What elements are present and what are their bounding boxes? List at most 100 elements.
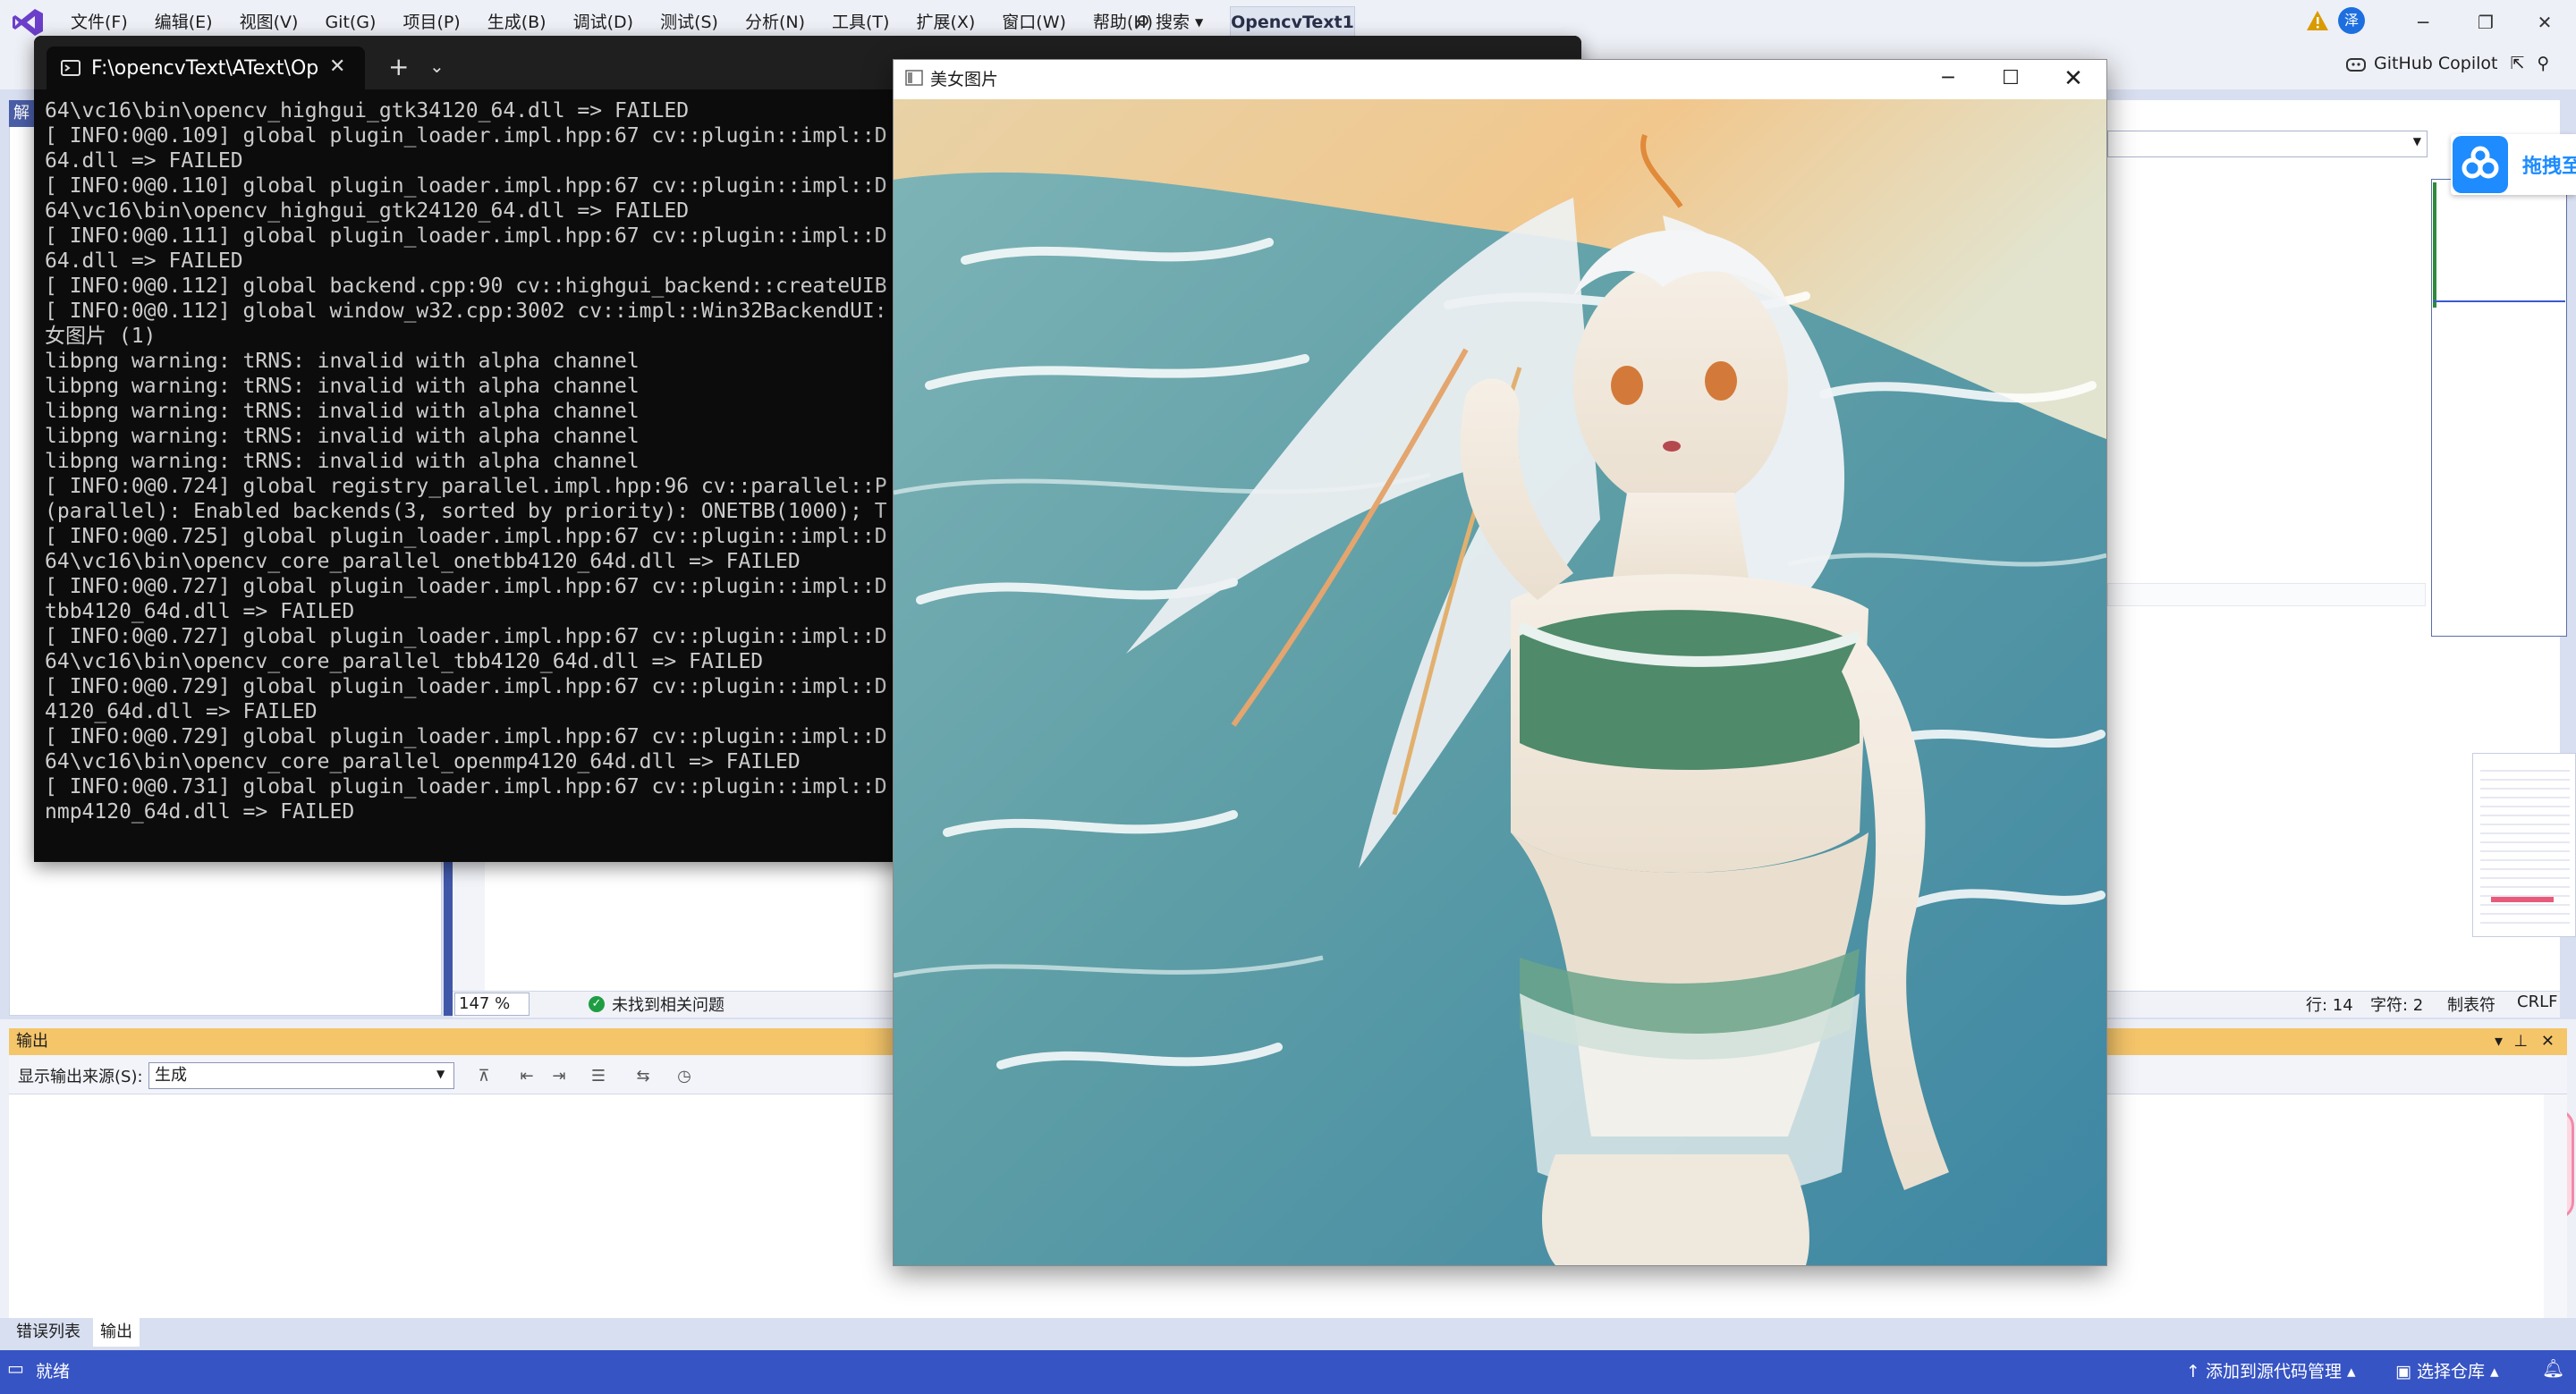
visual-studio-logo-icon	[13, 9, 43, 36]
prev-message-icon[interactable]: ⇤	[515, 1064, 538, 1087]
minimap-change-marker	[2433, 182, 2436, 308]
bottom-tab-strip	[0, 1318, 2576, 1350]
console-line: nmp4120_64d.dll => FAILED	[45, 800, 355, 824]
close-button[interactable]: ✕	[2513, 0, 2576, 45]
image-minimize-button[interactable]: ─	[1914, 61, 1982, 98]
member-dropdown[interactable]: ▼	[2107, 131, 2428, 157]
issues-indicator[interactable]: ✓ 未找到相关问题	[589, 993, 724, 1016]
chevron-up-icon: ▴	[2341, 1362, 2356, 1381]
console-line: 女图片 (1)	[45, 325, 157, 348]
minimize-icon: ─	[2417, 12, 2429, 33]
output-title: 输出	[16, 1032, 48, 1051]
find-message-icon[interactable]: ⊼	[472, 1064, 496, 1087]
console-line: [ INFO:0@0.725] global plugin_loader.imp…	[45, 525, 887, 548]
console-line: [ INFO:0@0.729] global plugin_loader.imp…	[45, 675, 887, 698]
warning-icon[interactable]	[2306, 9, 2329, 32]
minimize-icon: ─	[1942, 67, 1954, 89]
clear-all-icon[interactable]: ☰	[587, 1064, 610, 1087]
console-line: 64\vc16\bin\opencv_highgui_gtk34120_64.d…	[45, 99, 690, 123]
cloud-drive-icon	[2453, 136, 2508, 193]
console-line: [ INFO:0@0.729] global plugin_loader.imp…	[45, 725, 887, 748]
line-ending[interactable]: CRLF	[2517, 993, 2557, 1011]
timestamp-icon[interactable]: ◷	[673, 1064, 696, 1087]
zoom-select[interactable]: 147 %	[454, 993, 530, 1016]
console-tab-close-icon[interactable]: ✕	[329, 55, 345, 78]
solution-explorer-tab[interactable]: 解	[9, 100, 34, 127]
restore-icon: ❐	[2478, 12, 2494, 33]
console-line: 64\vc16\bin\opencv_core_parallel_tbb4120…	[45, 650, 764, 673]
console-line: (parallel): Enabled backends(3, sorted b…	[45, 500, 887, 523]
check-circle-icon: ✓	[589, 996, 605, 1012]
console-line: 64.dll => FAILED	[45, 249, 243, 273]
cursor-char[interactable]: 字符: 2	[2370, 993, 2423, 1016]
console-tab-title: F:\opencvText\AText\Op	[91, 56, 319, 80]
select-repo-label: 选择仓库	[2417, 1362, 2486, 1381]
issues-label: 未找到相关问题	[612, 996, 724, 1015]
console-line: 64\vc16\bin\opencv_core_parallel_openmp4…	[45, 750, 801, 773]
indent-mode[interactable]: 制表符	[2447, 993, 2496, 1016]
image-close-button[interactable]: ✕	[2039, 61, 2107, 98]
pin-icon[interactable]: ⊥	[2513, 1028, 2528, 1055]
chevron-down-icon: ▼	[436, 1068, 445, 1080]
console-line: [ INFO:0@0.112] global backend.cpp:90 cv…	[45, 275, 887, 298]
console-line: libpng warning: tRNS: invalid with alpha…	[45, 350, 640, 373]
terminal-icon	[61, 60, 80, 76]
console-tab[interactable]: F:\opencvText\AText\Op	[47, 46, 365, 89]
console-line: [ INFO:0@0.109] global plugin_loader.imp…	[45, 124, 887, 148]
preview-thumbnail[interactable]	[2472, 753, 2576, 937]
account-avatar[interactable]: 泽	[2338, 7, 2365, 34]
code-minimap[interactable]	[2431, 179, 2567, 637]
close-panel-icon[interactable]: ✕	[2541, 1028, 2555, 1055]
copilot-icon	[2346, 58, 2366, 72]
word-wrap-icon[interactable]: ⇆	[631, 1064, 655, 1087]
console-line: libpng warning: tRNS: invalid with alpha…	[45, 400, 640, 423]
bell-icon[interactable]: 🔔︎	[2542, 1357, 2564, 1379]
minimap-viewport[interactable]	[2433, 300, 2565, 302]
console-line: tbb4120_64d.dll => FAILED	[45, 600, 355, 623]
notification-icon[interactable]: ▭	[7, 1357, 24, 1379]
console-line: [ INFO:0@0.724] global registry_parallel…	[45, 475, 887, 498]
console-line: [ INFO:0@0.731] global plugin_loader.imp…	[45, 775, 887, 798]
solution-name-badge[interactable]: OpencvText1	[1230, 6, 1355, 38]
console-line: [ INFO:0@0.111] global plugin_loader.imp…	[45, 224, 887, 248]
console-line: [ INFO:0@0.727] global plugin_loader.imp…	[45, 575, 887, 598]
close-icon: ✕	[2537, 12, 2553, 33]
minimize-button[interactable]: ─	[2392, 0, 2454, 45]
console-line: [ INFO:0@0.110] global plugin_loader.imp…	[45, 174, 887, 198]
image-maximize-button[interactable]: ☐	[1977, 61, 2045, 98]
select-repository[interactable]: ▣ 选择仓库 ▴	[2395, 1358, 2499, 1382]
console-line: [ INFO:0@0.727] global plugin_loader.imp…	[45, 625, 887, 648]
console-line: libpng warning: tRNS: invalid with alpha…	[45, 375, 640, 398]
chevron-down-icon: ▼	[1195, 16, 1204, 29]
editor-highlight-line	[2107, 583, 2426, 606]
output-scrollbar[interactable]	[2544, 1094, 2567, 1318]
tab-output[interactable]: 输出	[93, 1318, 140, 1347]
new-tab-icon[interactable]: +	[388, 52, 409, 81]
console-line: libpng warning: tRNS: invalid with alpha…	[45, 450, 640, 473]
maximize-icon: ☐	[2002, 67, 2020, 89]
feedback-icon[interactable]: ⚲	[2537, 54, 2549, 73]
up-arrow-icon: ↑	[2186, 1362, 2206, 1381]
restore-button[interactable]: ❐	[2454, 0, 2517, 45]
console-line: 64.dll => FAILED	[45, 149, 243, 173]
console-output[interactable]: 64\vc16\bin\opencv_highgui_gtk34120_64.d…	[45, 98, 894, 832]
github-copilot-button[interactable]: GitHub Copilot ⇱ ⚲	[2345, 48, 2549, 79]
search-label: 搜索	[1156, 13, 1191, 32]
panel-menu-icon[interactable]: ▾	[2495, 1028, 2503, 1055]
search-button[interactable]: 搜索 ▼	[1125, 7, 1212, 38]
console-line: 64\vc16\bin\opencv_core_parallel_onetbb4…	[45, 550, 801, 573]
tab-error-list[interactable]: 错误列表	[9, 1318, 88, 1347]
next-message-icon[interactable]: ⇥	[547, 1064, 571, 1087]
chevron-down-icon: ▼	[2412, 135, 2421, 148]
output-source-select[interactable]: 生成	[148, 1062, 454, 1089]
window-app-icon	[905, 70, 923, 86]
console-line: 4120_64d.dll => FAILED	[45, 700, 318, 723]
share-icon[interactable]: ⇱	[2510, 54, 2524, 73]
output-source-label: 显示输出来源(S):	[18, 1068, 143, 1086]
add-to-source-control[interactable]: ↑ 添加到源代码管理 ▴	[2186, 1358, 2356, 1382]
repo-icon: ▣	[2395, 1362, 2417, 1381]
tab-menu-chevron-icon[interactable]: ⌄	[429, 55, 445, 77]
search-icon	[1135, 15, 1148, 30]
cursor-line[interactable]: 行: 14	[2306, 993, 2353, 1016]
console-line: 64\vc16\bin\opencv_highgui_gtk24120_64.d…	[45, 199, 690, 223]
